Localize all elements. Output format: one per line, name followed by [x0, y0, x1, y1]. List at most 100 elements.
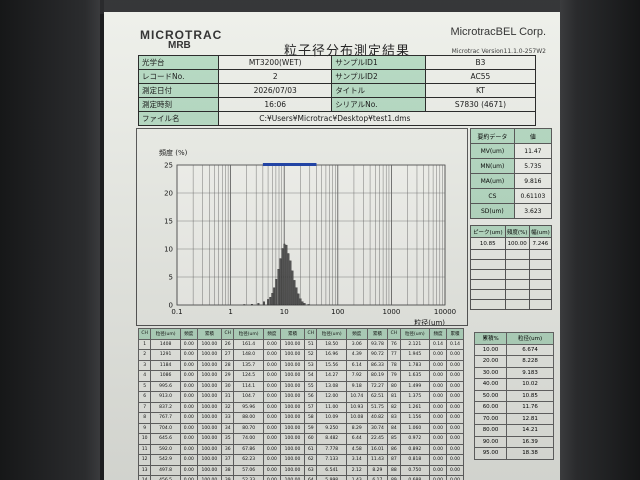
channel-cell: 10.74: [345, 391, 368, 403]
channel-cell: 100.00: [279, 338, 306, 350]
summary-value: 5.735: [513, 158, 553, 174]
channel-cell: 55: [304, 380, 318, 392]
percentile-cell: 10.00: [473, 343, 508, 356]
channel-cell: 67.86: [233, 443, 264, 455]
channel-cell: 3.06: [345, 338, 368, 350]
channel-cell: 6.44: [345, 433, 368, 445]
channel-cell: 14.27: [316, 370, 347, 382]
channel-cell: 10.09: [316, 412, 347, 424]
channel-cell: 79: [387, 370, 401, 382]
channel-cell: 22.45: [366, 433, 389, 445]
info-row: 測定時刻 16:06 シリアルNo. S7830 (4671): [137, 97, 537, 112]
summary-label: CS: [470, 188, 515, 204]
percentile-cell: 16.39: [506, 435, 554, 448]
channel-cell: 148.0: [233, 349, 264, 361]
peak-header: ピーク(um) 頻度(%) 幅(um): [470, 225, 553, 238]
channel-cell: 0.00: [179, 401, 198, 413]
channel-row: 4 1086 0.00 100.00 29 124.5 0.00 100.00 54 14.27 7…: [137, 370, 465, 382]
y-tick-label: 15: [164, 218, 173, 226]
percentile-row: 90.00 16.39: [473, 435, 554, 448]
channel-cell: 1.945: [399, 349, 431, 361]
peak-cell: 7.246: [528, 237, 553, 250]
percentile-row: 40.00 10.02: [473, 378, 554, 391]
channel-row: 2 1291 0.00 100.00 27 148.0 0.00 100.00 52 16.96 4…: [137, 349, 465, 361]
channel-cell: 0.00: [179, 370, 198, 382]
channel-cell: 0.00: [262, 338, 281, 350]
channel-cell: 100.00: [196, 475, 223, 480]
channel-cell: 0.00: [429, 433, 447, 445]
channel-cell: 0.00: [262, 359, 281, 371]
channel-cell: 100.00: [279, 401, 306, 413]
channel-cell: 39: [221, 475, 235, 480]
channel-cell: 542.9: [150, 454, 181, 466]
channel-cell: 57: [304, 401, 318, 413]
channel-row: 8 767.7 0.00 100.00 33 88.00 0.00 100.00 58 10.09…: [137, 412, 465, 424]
info-label: タイトル: [331, 83, 426, 98]
channel-cell: 8: [137, 412, 152, 424]
percentile-cell: 60.00: [473, 401, 508, 414]
corp-name: MicrotracBEL Corp.: [450, 26, 546, 38]
channel-row: 11 592.0 0.00 100.00 36 67.86 0.00 100.00 61 7.77…: [137, 443, 465, 455]
channel-cell: 53: [304, 359, 318, 371]
channel-cell: 0.00: [429, 422, 447, 434]
channel-cell: 0.00: [179, 464, 198, 476]
channel-cell: 3: [137, 359, 152, 371]
channel-cell: 76: [387, 338, 401, 350]
channel-cell: 100.00: [279, 359, 306, 371]
peak-empty-row: [470, 259, 553, 270]
info-value: AC55: [424, 69, 537, 84]
channel-cell: 100.00: [279, 443, 306, 455]
channel-cell: 1184: [150, 359, 181, 371]
summary-row: MV(um) 11.47: [470, 143, 553, 159]
peak-cell: 10.85: [470, 237, 506, 250]
channel-cell: 0.00: [179, 475, 198, 480]
channel-cell: 86.33: [366, 359, 389, 371]
channel-cell: 6: [137, 391, 152, 403]
channel-header-cell: CH: [221, 328, 235, 340]
channel-cell: 8.29: [366, 464, 389, 476]
channel-cell: 80.19: [366, 370, 389, 382]
channel-cell: 1.43: [345, 475, 368, 480]
channel-cell: 100.00: [196, 464, 223, 476]
channel-cell: 6.14: [345, 359, 368, 371]
channel-cell: 33: [221, 412, 235, 424]
channel-cell: 837.2: [150, 401, 181, 413]
channel-header-cell: 粒径(um): [399, 328, 431, 340]
channel-cell: 1086: [150, 370, 181, 382]
channel-cell: 100.00: [279, 454, 306, 466]
peak-row: 10.85 100.00 7.246: [470, 237, 553, 250]
logo-sub: MRB: [168, 40, 191, 51]
channel-cell: 88.00: [233, 412, 264, 424]
y-axis-label: 頻度 (%): [159, 148, 188, 157]
channel-cell: 0.00: [429, 380, 447, 392]
peak-empty-row: [470, 299, 553, 310]
percentile-cell: 70.00: [473, 412, 508, 425]
channel-row: 5 995.6 0.00 100.00 30 114.1 0.00 100.00 55 13.08…: [137, 380, 465, 392]
channel-cell: 89: [387, 475, 401, 480]
channel-cell: 1.635: [399, 370, 431, 382]
channel-cell: 63: [304, 464, 318, 476]
channel-cell: 13.08: [316, 380, 347, 392]
monitor-bezel-left: [0, 0, 100, 480]
channel-cell: 38: [221, 464, 235, 476]
channel-cell: 0.00: [179, 349, 198, 361]
channel-cell: 0.892: [399, 443, 431, 455]
channel-cell: 8.29: [345, 422, 368, 434]
channel-cell: 87: [387, 454, 401, 466]
channel-cell: 77: [387, 349, 401, 361]
channel-cell: 62: [304, 454, 318, 466]
channel-cell: 0.00: [262, 422, 281, 434]
channel-cell: 85: [387, 433, 401, 445]
channel-cell: 31: [221, 391, 235, 403]
percentile-cell: 6.674: [506, 343, 554, 356]
info-label: サンプルID2: [331, 69, 426, 84]
frequency-bar: [269, 297, 272, 306]
channel-cell: 0.14: [429, 338, 447, 350]
channel-cell: 135.7: [233, 359, 264, 371]
channel-cell: 100.00: [196, 422, 223, 434]
channel-cell: 10.08: [345, 412, 368, 424]
channel-header-cell: 粒径(um): [150, 328, 181, 340]
channel-cell: 100.00: [196, 454, 223, 466]
channel-cell: 0.00: [179, 454, 198, 466]
channel-cell: 0.00: [262, 454, 281, 466]
